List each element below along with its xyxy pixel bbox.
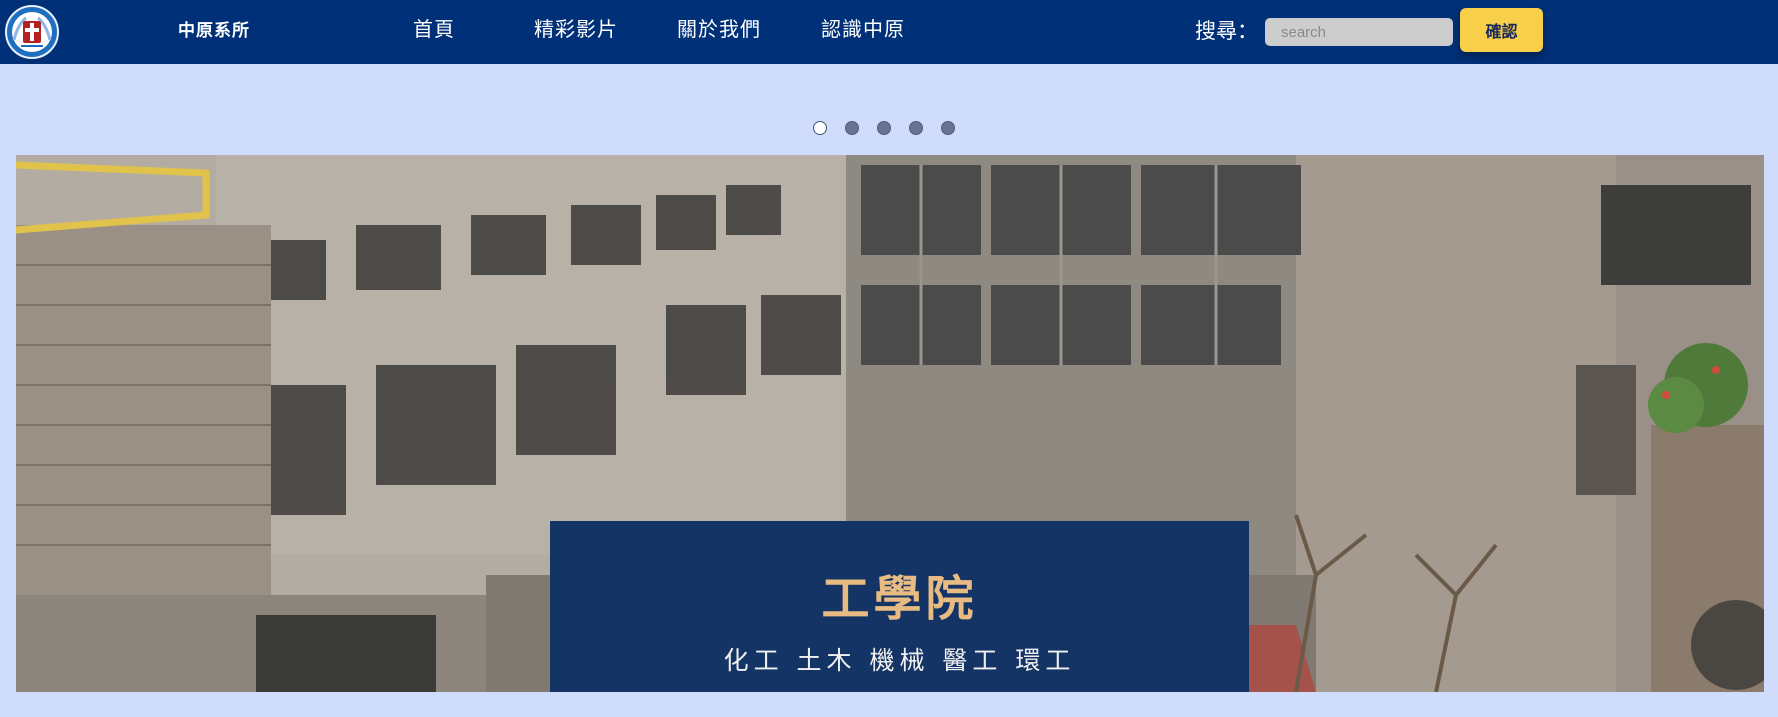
- carousel-indicator-3[interactable]: [877, 121, 891, 135]
- carousel-indicator-2[interactable]: [845, 121, 859, 135]
- search-input[interactable]: [1265, 18, 1453, 46]
- page-bottom: [0, 692, 1778, 717]
- nav-videos[interactable]: 精彩影片: [534, 13, 618, 42]
- nav-know-cycu[interactable]: 認識中原: [821, 13, 905, 42]
- search-confirm-button[interactable]: 確認: [1460, 8, 1543, 52]
- slide-subtitle: 化工 土木 機械 醫工 環工: [723, 646, 1076, 675]
- carousel-slide[interactable]: 工學院 化工 土木 機械 醫工 環工: [16, 155, 1764, 692]
- carousel-indicator-5[interactable]: [941, 121, 955, 135]
- brand-title[interactable]: 中原系所: [178, 16, 250, 41]
- carousel-indicator-4[interactable]: [909, 121, 923, 135]
- carousel-indicator-1[interactable]: [813, 121, 827, 135]
- university-emblem-icon[interactable]: [4, 4, 60, 60]
- nav-home[interactable]: 首頁: [413, 13, 455, 42]
- search-label: 搜尋：: [1195, 19, 1258, 43]
- carousel-indicators: [813, 121, 955, 137]
- slide-caption: 工學院 化工 土木 機械 醫工 環工: [550, 521, 1249, 692]
- nav-about-us[interactable]: 關於我們: [677, 13, 761, 42]
- slide-title: 工學院: [821, 571, 978, 627]
- top-navbar: 中原系所 首頁 精彩影片 關於我們 認識中原 搜尋： 確認: [0, 0, 1778, 64]
